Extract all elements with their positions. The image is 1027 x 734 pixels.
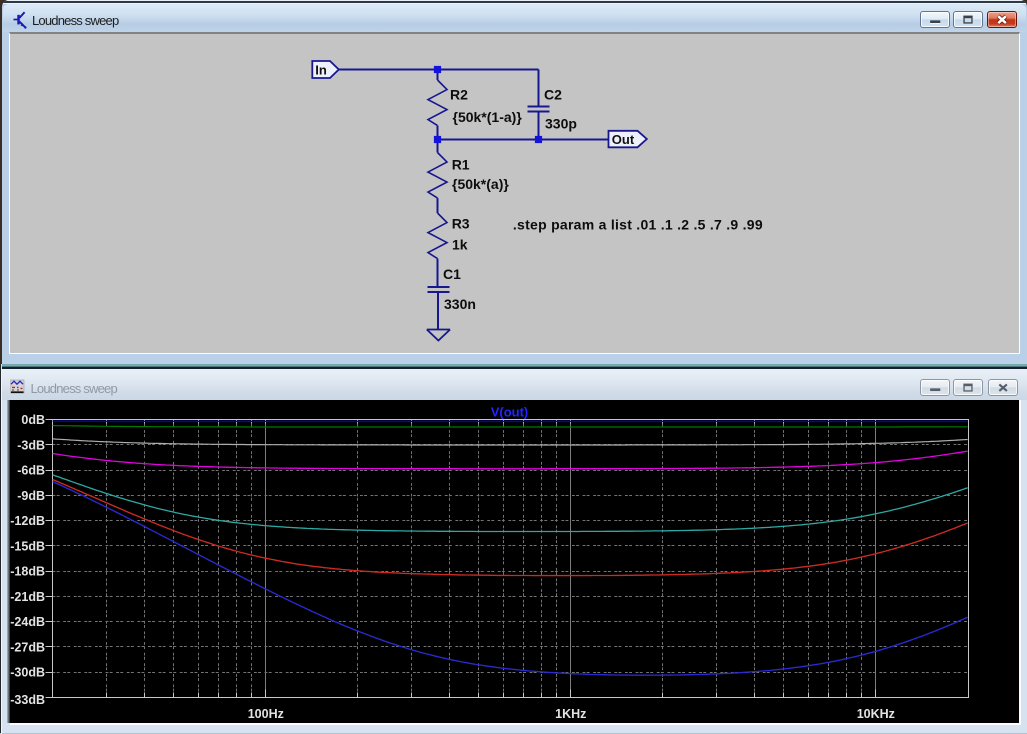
svg-text:V(out): V(out)	[491, 405, 529, 420]
svg-text:-27dB: -27dB	[10, 641, 45, 655]
svg-text:-9dB: -9dB	[17, 489, 45, 503]
svg-text:10KHz: 10KHz	[857, 707, 895, 721]
svg-text:-15dB: -15dB	[10, 539, 45, 553]
svg-text:-33dB: -33dB	[10, 693, 45, 707]
svg-text:-24dB: -24dB	[10, 615, 45, 629]
svg-text:1KHz: 1KHz	[555, 707, 586, 721]
svg-text:100Hz: 100Hz	[248, 707, 284, 721]
svg-text:-21dB: -21dB	[10, 590, 45, 604]
svg-text:-12dB: -12dB	[10, 514, 45, 528]
svg-text:-3dB: -3dB	[17, 438, 45, 452]
svg-text:0dB: 0dB	[21, 413, 45, 427]
svg-text:-18dB: -18dB	[10, 565, 45, 579]
svg-text:-30dB: -30dB	[10, 666, 45, 680]
svg-text:-6dB: -6dB	[17, 464, 45, 478]
